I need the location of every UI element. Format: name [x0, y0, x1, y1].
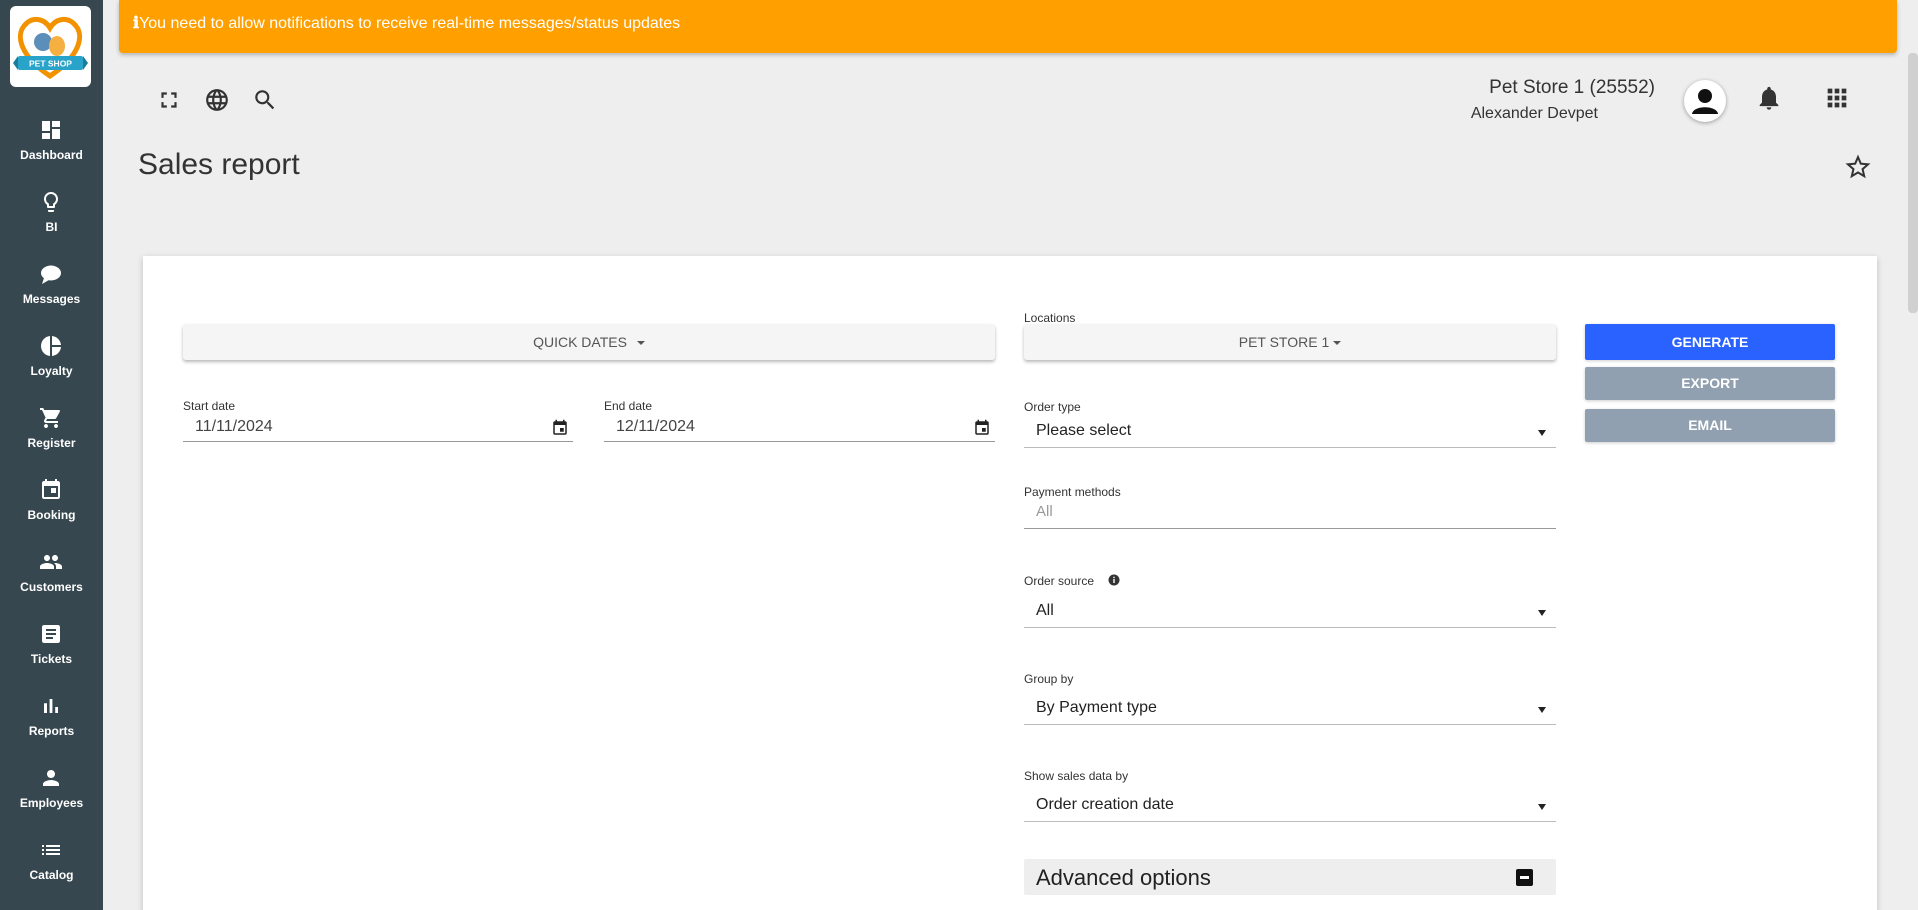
group-by-value: By Payment type [1036, 699, 1157, 716]
user-name: Alexander Devpet [1470, 105, 1598, 122]
end-date-field[interactable]: 12/11/2024 [604, 412, 995, 442]
advanced-options-label: Advanced options [1036, 865, 1211, 890]
avatar[interactable] [1684, 80, 1726, 122]
quick-dates-label: QUICK DATES [533, 334, 627, 350]
language-button[interactable] [202, 85, 232, 115]
sidebar-item-label: BI [45, 220, 58, 234]
dropdown-arrow-icon [1538, 707, 1546, 713]
start-date-field[interactable]: 11/11/2024 [183, 412, 573, 442]
payment-methods-placeholder: All [1036, 503, 1053, 520]
favorite-button[interactable] [1843, 152, 1873, 182]
lightbulb-icon [39, 190, 63, 214]
sidebar-item-label: Booking [27, 508, 76, 522]
sidebar-item-loyalty[interactable]: Loyalty [0, 334, 103, 406]
generate-button[interactable]: GENERATE [1585, 324, 1835, 360]
end-date-label: End date [604, 399, 653, 413]
order-source-label-text: Order source [1024, 574, 1095, 588]
person-icon [39, 766, 63, 790]
sidebar-item-bi[interactable]: BI [0, 190, 103, 262]
bell-icon [1759, 86, 1779, 110]
store-name[interactable]: Pet Store 1 (25552) [1489, 77, 1655, 99]
locations-label: Locations [1024, 311, 1076, 325]
fullscreen-button[interactable] [154, 85, 184, 115]
show-sales-by-value: Order creation date [1036, 796, 1174, 813]
apps-button[interactable] [1823, 84, 1851, 112]
sidebar-item-reports[interactable]: Reports [0, 694, 103, 766]
calendar-icon [39, 478, 63, 502]
notifications-button[interactable] [1755, 84, 1783, 112]
sidebar-item-customers[interactable]: Customers [0, 550, 103, 622]
list-icon [39, 838, 63, 862]
globe-icon [206, 89, 228, 111]
pet-shop-logo[interactable]: PET SHOP [10, 6, 91, 87]
start-date-label: Start date [183, 399, 236, 413]
order-source-label: Order source [1024, 574, 1120, 588]
show-sales-by-select[interactable]: Order creation date [1024, 790, 1556, 822]
payment-methods-select[interactable]: All [1024, 497, 1556, 529]
people-icon [39, 550, 63, 574]
cart-icon [39, 406, 63, 430]
order-type-value: Please select [1036, 422, 1132, 439]
apps-grid-icon [1827, 88, 1847, 108]
quick-dates-button[interactable]: QUICK DATES [183, 324, 995, 360]
calendar-picker-icon[interactable] [551, 419, 569, 437]
sidebar-item-dashboard[interactable]: Dashboard [0, 118, 103, 190]
info-icon[interactable] [1108, 574, 1120, 586]
bar-chart-icon [39, 694, 63, 718]
group-by-select[interactable]: By Payment type [1024, 693, 1556, 725]
sidebar-item-employees[interactable]: Employees [0, 766, 103, 838]
dashboard-icon [39, 118, 63, 142]
advanced-options-panel[interactable]: Advanced options [1024, 859, 1556, 895]
export-button[interactable]: EXPORT [1585, 367, 1835, 400]
search-button[interactable] [250, 85, 280, 115]
sidebar-item-label: Employees [19, 796, 84, 810]
notification-banner: ℹYou need to allow notifications to rece… [119, 0, 1897, 53]
page-scrollbar[interactable] [1908, 53, 1918, 313]
show-sales-by-label: Show sales data by [1024, 769, 1129, 783]
sidebar-item-label: Reports [28, 724, 75, 738]
dropdown-arrow-icon [1538, 804, 1546, 810]
dropdown-arrow-icon [1538, 610, 1546, 616]
order-source-value: All [1036, 602, 1054, 619]
sidebar-item-messages[interactable]: Messages [0, 262, 103, 334]
caret-down-icon [636, 341, 645, 346]
sidebar-item-label: Messages [22, 292, 81, 306]
group-by-label: Group by [1024, 672, 1074, 686]
banner-message: You need to allow notifications to recei… [139, 15, 681, 32]
caret-down-icon [1333, 341, 1342, 346]
order-type-select[interactable]: Please select [1024, 416, 1556, 448]
locations-value: PET STORE 1 [1238, 334, 1330, 350]
pie-chart-icon [39, 334, 63, 358]
locations-dropdown[interactable]: PET STORE 1 [1024, 324, 1556, 360]
sidebar-item-label: Tickets [30, 652, 73, 666]
start-date-value: 11/11/2024 [195, 418, 273, 435]
sidebar: PET SHOP Dashboard BI Messages Loyalty R… [0, 0, 103, 910]
email-button[interactable]: EMAIL [1585, 409, 1835, 442]
sidebar-item-catalog[interactable]: Catalog [0, 838, 103, 910]
sidebar-item-label: Catalog [29, 868, 74, 882]
chat-bubble-icon [39, 262, 63, 286]
order-source-select[interactable]: All [1024, 596, 1556, 628]
collapse-icon[interactable] [1516, 869, 1533, 886]
sidebar-item-register[interactable]: Register [0, 406, 103, 478]
svg-text:PET SHOP: PET SHOP [29, 59, 72, 69]
page-title: Sales report [138, 148, 300, 181]
star-outline-icon [1845, 154, 1871, 179]
search-icon [255, 90, 275, 110]
ticket-list-icon [39, 622, 63, 646]
sidebar-item-label: Register [27, 436, 76, 450]
sidebar-item-tickets[interactable]: Tickets [0, 622, 103, 694]
fullscreen-icon [161, 92, 177, 108]
end-date-value: 12/11/2024 [616, 418, 695, 435]
calendar-picker-icon[interactable] [973, 419, 991, 437]
sidebar-item-booking[interactable]: Booking [0, 478, 103, 550]
sidebar-item-label: Dashboard [20, 148, 83, 162]
dropdown-arrow-icon [1538, 430, 1546, 436]
order-type-label: Order type [1024, 400, 1081, 414]
sidebar-item-label: Customers [20, 580, 83, 594]
sidebar-item-label: Loyalty [30, 364, 73, 378]
